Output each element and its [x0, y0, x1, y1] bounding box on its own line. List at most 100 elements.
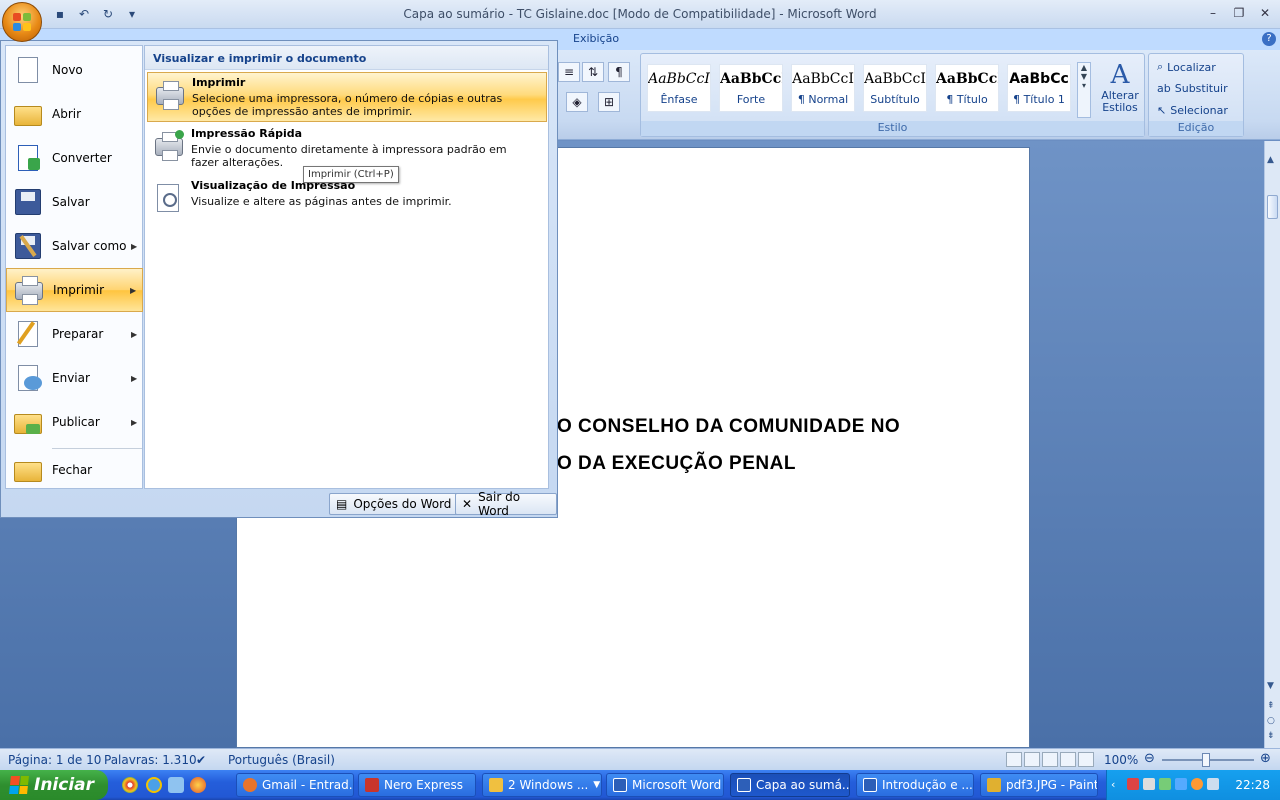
menu-item-preparar[interactable]: Preparar ▶: [6, 312, 143, 356]
taskbar-button-label: Gmail - Entrad...: [262, 778, 354, 792]
tray-app-icon[interactable]: [1191, 778, 1203, 790]
document-heading-line-1: O CONSELHO DA COMUNIDADE NO: [557, 416, 901, 437]
language-indicator[interactable]: Português (Brasil): [228, 753, 335, 767]
style-enfase[interactable]: AaBbCcI Ênfase: [647, 64, 711, 112]
print-layout-view-icon[interactable]: [1006, 752, 1022, 767]
submenu-item-visualizacao[interactable]: Visualização de Impressão Visualize e al…: [147, 176, 547, 226]
taskbar-button-introducao[interactable]: Introdução e ...: [856, 773, 974, 797]
tray-expand-icon[interactable]: ‹: [1111, 778, 1123, 791]
window-title: Capa ao sumário - TC Gislaine.doc [Modo …: [403, 7, 877, 21]
tray-app-icon[interactable]: [1127, 778, 1139, 790]
start-button[interactable]: Iniciar: [0, 770, 108, 800]
taskbar-button-label: 2 Windows ...: [508, 778, 589, 792]
word-options-label: Opções do Word: [353, 497, 452, 511]
replace-button[interactable]: ab Substituir: [1157, 82, 1228, 95]
outline-view-icon[interactable]: [1060, 752, 1076, 767]
page-indicator[interactable]: Página: 1 de 10: [8, 753, 101, 767]
taskbar-button-windows-explorer[interactable]: 2 Windows ... ▼: [482, 773, 602, 797]
tab-exibicao[interactable]: Exibição: [573, 32, 619, 45]
style-normal[interactable]: AaBbCcI ¶ Normal: [791, 64, 855, 112]
firefox-icon[interactable]: [190, 777, 206, 793]
office-button[interactable]: [2, 2, 42, 42]
exit-word-button[interactable]: ✕ Sair do Word: [455, 490, 557, 518]
cursor-icon: ↖: [1157, 104, 1167, 117]
shading-icon[interactable]: ◈: [566, 92, 588, 112]
sort-icon[interactable]: ⇅: [582, 62, 604, 82]
zoom-in-icon[interactable]: ⊕: [1260, 751, 1271, 766]
taskbar-button-label: Capa ao sumá...: [756, 778, 850, 792]
submenu-item-imprimir[interactable]: Imprimir Selecione uma impressora, o núm…: [147, 72, 547, 122]
menu-item-novo[interactable]: Novo: [6, 48, 143, 92]
taskbar-button-gmail[interactable]: Gmail - Entrad...: [236, 773, 354, 797]
network-icon[interactable]: [1159, 778, 1171, 790]
menu-item-label: Publicar: [52, 415, 100, 429]
minimize-button[interactable]: –: [1204, 4, 1222, 22]
clock[interactable]: 22:28: [1235, 778, 1270, 792]
taskbar-button-capa-ao-sumario[interactable]: Capa ao sumá...: [730, 773, 850, 797]
zoom-level[interactable]: 100%: [1104, 753, 1138, 767]
maximize-button[interactable]: ❐: [1230, 4, 1248, 22]
word-options-button[interactable]: ▤ Opções do Word: [329, 493, 459, 515]
full-screen-view-icon[interactable]: [1024, 752, 1040, 767]
select-button[interactable]: ↖ Selecionar: [1157, 104, 1228, 117]
taskbar-button-microsoft-word[interactable]: Microsoft Word: [606, 773, 724, 797]
taskbar-button-label: Nero Express: [384, 778, 464, 792]
taskbar-button-label: Introdução e ...: [882, 778, 973, 792]
find-button[interactable]: ⌕ Localizar: [1157, 60, 1216, 74]
word-icon: [863, 778, 877, 792]
ie-icon[interactable]: [146, 777, 162, 793]
word-count[interactable]: Palavras: 1.310: [104, 753, 197, 767]
publish-icon: [12, 406, 44, 438]
editing-group: ⌕ Localizar ab Substituir ↖ Selecionar Ediç…: [1148, 53, 1244, 137]
style-subtitulo[interactable]: AaBbCcI Subtítulo: [863, 64, 927, 112]
style-sample: AaBbCcI: [792, 71, 854, 87]
menu-item-label: Salvar como: [52, 239, 127, 253]
style-titulo-1[interactable]: AaBbCc ¶ Título 1: [1007, 64, 1071, 112]
proofing-icon[interactable]: ✔: [196, 753, 206, 767]
taskbar-button-paint[interactable]: pdf3.JPG - Paint: [980, 773, 1098, 797]
scroll-down-icon[interactable]: ▼: [1267, 681, 1274, 691]
previous-page-icon[interactable]: ⇞: [1267, 701, 1275, 711]
zoom-slider-thumb[interactable]: [1202, 753, 1210, 767]
change-styles-button[interactable]: A Alterar Estilos: [1096, 60, 1144, 114]
paint-icon: [987, 778, 1001, 792]
menu-item-salvar-como[interactable]: Salvar como ▶: [6, 224, 143, 268]
menu-item-salvar[interactable]: Salvar: [6, 180, 143, 224]
help-icon[interactable]: ?: [1262, 32, 1276, 46]
menu-item-enviar[interactable]: Enviar ▶: [6, 356, 143, 400]
styles-scroll-icon[interactable]: ▲ ▼ ▾: [1077, 62, 1091, 118]
menu-item-label: Preparar: [52, 327, 104, 341]
style-name: Ênfase: [660, 93, 698, 106]
menu-item-imprimir[interactable]: Imprimir ▶: [6, 268, 143, 312]
browse-object-icon[interactable]: ○: [1267, 716, 1275, 726]
find-label: Localizar: [1167, 60, 1216, 74]
menu-item-abrir[interactable]: Abrir: [6, 92, 143, 136]
draft-view-icon[interactable]: [1078, 752, 1094, 767]
next-page-icon[interactable]: ⇟: [1267, 731, 1275, 741]
change-styles-label: Alterar Estilos: [1101, 89, 1139, 114]
menu-item-converter[interactable]: Converter: [6, 136, 143, 180]
menu-item-label: Converter: [52, 151, 112, 165]
volume-icon[interactable]: [1143, 778, 1155, 790]
taskbar-button-nero[interactable]: Nero Express: [358, 773, 476, 797]
title-bar: ▪ ↶ ↻ ▾ Capa ao sumário - TC Gislaine.do…: [0, 0, 1280, 29]
paragraph-mark-icon[interactable]: ¶: [608, 62, 630, 82]
zoom-out-icon[interactable]: ⊖: [1144, 751, 1155, 766]
chrome-icon[interactable]: [122, 777, 138, 793]
firefox-icon: [243, 778, 257, 792]
scroll-thumb[interactable]: [1267, 195, 1278, 219]
tray-app-icon[interactable]: [1175, 778, 1187, 790]
menu-item-publicar[interactable]: Publicar ▶: [6, 400, 143, 444]
scroll-up-icon[interactable]: ▲: [1267, 155, 1274, 165]
style-titulo[interactable]: AaBbCcI ¶ Título: [935, 64, 999, 112]
close-icon: ✕: [462, 497, 473, 511]
show-desktop-icon[interactable]: [168, 777, 184, 793]
menu-item-fechar[interactable]: Fechar: [6, 448, 143, 492]
style-forte[interactable]: AaBbCcI Forte: [719, 64, 783, 112]
web-layout-view-icon[interactable]: [1042, 752, 1058, 767]
vertical-scrollbar[interactable]: ▲ ▼ ⇞ ○ ⇟: [1264, 141, 1280, 748]
tray-app-icon[interactable]: [1207, 778, 1219, 790]
close-button[interactable]: ✕: [1256, 4, 1274, 22]
indent-icon[interactable]: ≡: [558, 62, 580, 82]
borders-icon[interactable]: ⊞: [598, 92, 620, 112]
